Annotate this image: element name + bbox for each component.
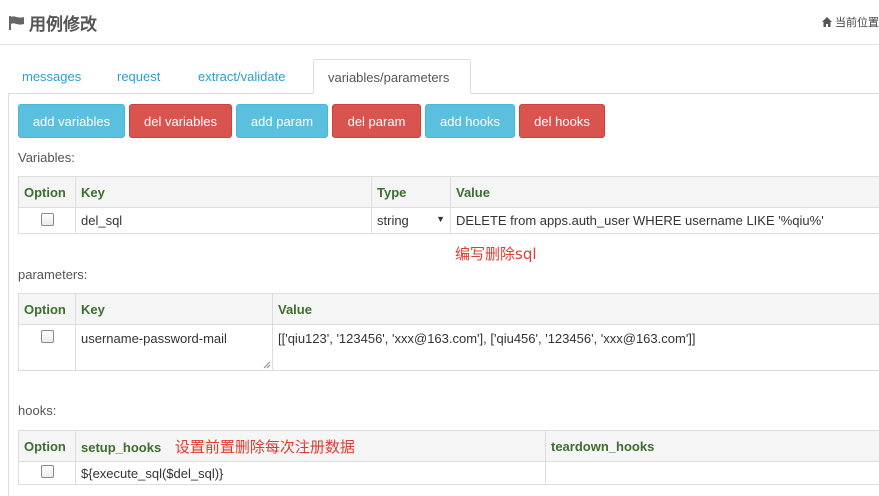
parameters-label: parameters:	[18, 267, 88, 282]
page-title: 用例修改	[8, 10, 97, 35]
column-header-setup-hooks: setup_hooks 设置前置删除每次注册数据	[75, 430, 546, 462]
flag-icon	[9, 15, 24, 30]
home-icon	[821, 17, 832, 27]
option-cell	[18, 207, 76, 234]
column-header-value: Value	[450, 176, 879, 208]
column-header-key: Key	[75, 293, 273, 325]
caret-down-icon: ▼	[436, 214, 445, 224]
del-variables-button[interactable]: del variables	[129, 104, 232, 138]
annotation-sql: 编写删除sql	[455, 245, 537, 263]
option-cell	[18, 324, 76, 371]
add-param-button[interactable]: add param	[236, 104, 328, 138]
resize-handle-icon[interactable]	[263, 361, 271, 369]
teardown-hook-input[interactable]	[545, 461, 879, 485]
column-header-option: Option	[18, 176, 76, 208]
tab-variables-parameters[interactable]: variables/parameters	[313, 59, 471, 94]
hooks-header-row: Option setup_hooks 设置前置删除每次注册数据 teardown…	[18, 430, 879, 462]
variables-label: Variables:	[18, 150, 75, 165]
column-header-option: Option	[18, 293, 76, 325]
table-row: ${execute_sql($del_sql)}	[18, 461, 879, 485]
column-header-value: Value	[272, 293, 879, 325]
row-checkbox[interactable]	[40, 330, 54, 343]
tab-messages[interactable]: messages	[10, 59, 93, 93]
add-variables-button[interactable]: add variables	[18, 104, 125, 138]
add-hooks-button[interactable]: add hooks	[425, 104, 515, 138]
option-cell	[18, 461, 76, 485]
parameter-key-text: username-password-mail	[81, 331, 227, 346]
del-hooks-button[interactable]: del hooks	[519, 104, 605, 138]
setup-hooks-header-text: setup_hooks	[81, 439, 162, 455]
column-header-teardown-hooks: teardown_hooks	[545, 430, 879, 462]
page-title-text: 用例修改	[29, 15, 97, 34]
column-header-key: Key	[75, 176, 372, 208]
hooks-table: Option setup_hooks 设置前置删除每次注册数据 teardown…	[18, 430, 879, 485]
breadcrumb-label: 当前位置	[835, 17, 879, 29]
row-checkbox[interactable]	[40, 212, 54, 226]
variable-type-value: string	[377, 213, 409, 228]
parameter-value-textarea[interactable]: [['qiu123', '123456', 'xxx@163.com'], ['…	[272, 324, 879, 371]
breadcrumb: 当前位置	[821, 14, 879, 30]
del-param-button[interactable]: del param	[332, 104, 421, 138]
variable-key-input[interactable]: del_sql	[75, 207, 372, 234]
column-header-option: Option	[18, 430, 76, 462]
annotation-hooks: 设置前置删除每次注册数据	[174, 437, 355, 456]
table-row: del_sql string ▼ DELETE from apps.auth_us…	[18, 207, 879, 234]
variables-table: Option Key Type Value del_sql string ▼ DE…	[18, 176, 879, 234]
variable-type-select[interactable]: string ▼	[371, 207, 451, 234]
tab-extract-validate[interactable]: extract/validate	[186, 59, 297, 93]
column-header-type: Type	[371, 176, 451, 208]
hooks-label: hooks:	[18, 403, 57, 418]
tab-bar: messages request extract/validate variab…	[8, 59, 879, 94]
row-checkbox[interactable]	[40, 465, 54, 478]
page-header: 用例修改 当前位置	[0, 0, 879, 45]
variables-header-row: Option Key Type Value	[18, 176, 879, 208]
table-row: username-password-mail [['qiu123', '1234…	[18, 324, 879, 371]
setup-hook-input[interactable]: ${execute_sql($del_sql)}	[75, 461, 546, 485]
variable-value-input[interactable]: DELETE from apps.auth_user WHERE usernam…	[450, 207, 879, 234]
parameters-table: Option Key Value username-password-mail …	[18, 293, 879, 371]
tab-request[interactable]: request	[105, 59, 172, 93]
parameters-header-row: Option Key Value	[18, 293, 879, 325]
parameter-key-textarea[interactable]: username-password-mail	[75, 324, 273, 371]
